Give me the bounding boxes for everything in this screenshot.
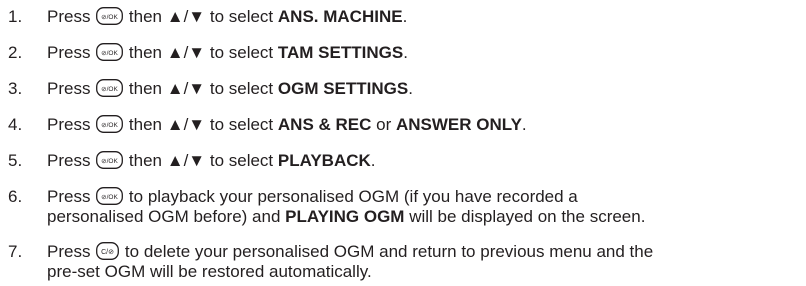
step-text: or: [371, 115, 396, 134]
menu-ok-key-icon: ⊘/OK: [96, 151, 124, 169]
arrow-keys-label: ▲/▼: [166, 43, 206, 62]
step-text: to select: [205, 7, 278, 26]
step-text: Press: [47, 187, 91, 206]
arrow-keys-label: ▲/▼: [166, 151, 206, 170]
menu-ok-key-icon: ⊘/OK: [96, 79, 124, 97]
menu-ok-key-icon: ⊘/OK: [96, 115, 124, 133]
step-text: .: [370, 151, 376, 170]
svg-text:⊘/OK: ⊘/OK: [101, 14, 118, 21]
step-text: Press: [47, 242, 91, 261]
step-text: to playback your personalised OGM (if yo…: [124, 187, 578, 206]
svg-text:⊘/OK: ⊘/OK: [101, 122, 118, 129]
step-text: will be displayed on the screen.: [404, 207, 646, 226]
screen-message-label: PLAYING OGM: [285, 207, 405, 226]
step-text: then: [124, 151, 163, 170]
step-text: personalised OGM before) and: [47, 207, 286, 226]
step-text: then: [124, 115, 163, 134]
step-text: to select: [205, 115, 278, 134]
clear-mute-key-icon: C/⊘: [96, 242, 120, 260]
arrow-keys-label: ▲/▼: [166, 7, 206, 26]
step-text: then: [124, 43, 163, 62]
menu-option-label: PLAYBACK: [277, 151, 371, 170]
menu-option-label: ANS. MACHINE: [277, 7, 403, 26]
step-number: 6.: [8, 187, 23, 206]
step-number: 1.: [8, 7, 23, 26]
step-text: to delete your personalised OGM and retu…: [120, 242, 654, 261]
step-number: 3.: [8, 79, 23, 98]
step-text: Press: [47, 151, 91, 170]
arrow-keys-label: ▲/▼: [166, 79, 206, 98]
step-text: .: [403, 43, 408, 62]
step-text: to select: [205, 79, 278, 98]
step-text: then: [124, 79, 163, 98]
arrow-keys-label: ▲/▼: [166, 115, 206, 134]
step-text: to select: [205, 151, 278, 170]
svg-text:⊘/OK: ⊘/OK: [101, 50, 118, 57]
step-number: 7.: [8, 242, 23, 261]
menu-option-label: ANS & REC: [277, 115, 372, 134]
step-text: .: [402, 7, 408, 26]
menu-option-label: TAM SETTINGS: [277, 43, 404, 62]
menu-ok-key-icon: ⊘/OK: [96, 187, 124, 205]
step-text: Press: [47, 79, 91, 98]
step-text: then: [124, 7, 163, 26]
svg-text:⊘/OK: ⊘/OK: [101, 194, 118, 201]
step-text: .: [408, 79, 413, 98]
svg-text:⊘/OK: ⊘/OK: [101, 86, 118, 93]
menu-ok-key-icon: ⊘/OK: [96, 7, 124, 25]
step-text: Press: [47, 115, 91, 134]
step-text: .: [521, 115, 527, 134]
step-text: to select: [205, 43, 278, 62]
step-number: 5.: [8, 151, 23, 170]
svg-text:C/⊘: C/⊘: [101, 249, 114, 256]
step-text: Press: [47, 43, 91, 62]
step-text: pre-set OGM will be restored automatical…: [47, 262, 372, 281]
menu-option-label: ANSWER ONLY: [395, 115, 522, 134]
step-number: 2.: [8, 43, 23, 62]
svg-text:⊘/OK: ⊘/OK: [101, 158, 118, 165]
menu-option-label: OGM SETTINGS: [277, 79, 409, 98]
step-number: 4.: [8, 115, 23, 134]
menu-ok-key-icon: ⊘/OK: [96, 43, 124, 61]
step-text: Press: [47, 7, 91, 26]
